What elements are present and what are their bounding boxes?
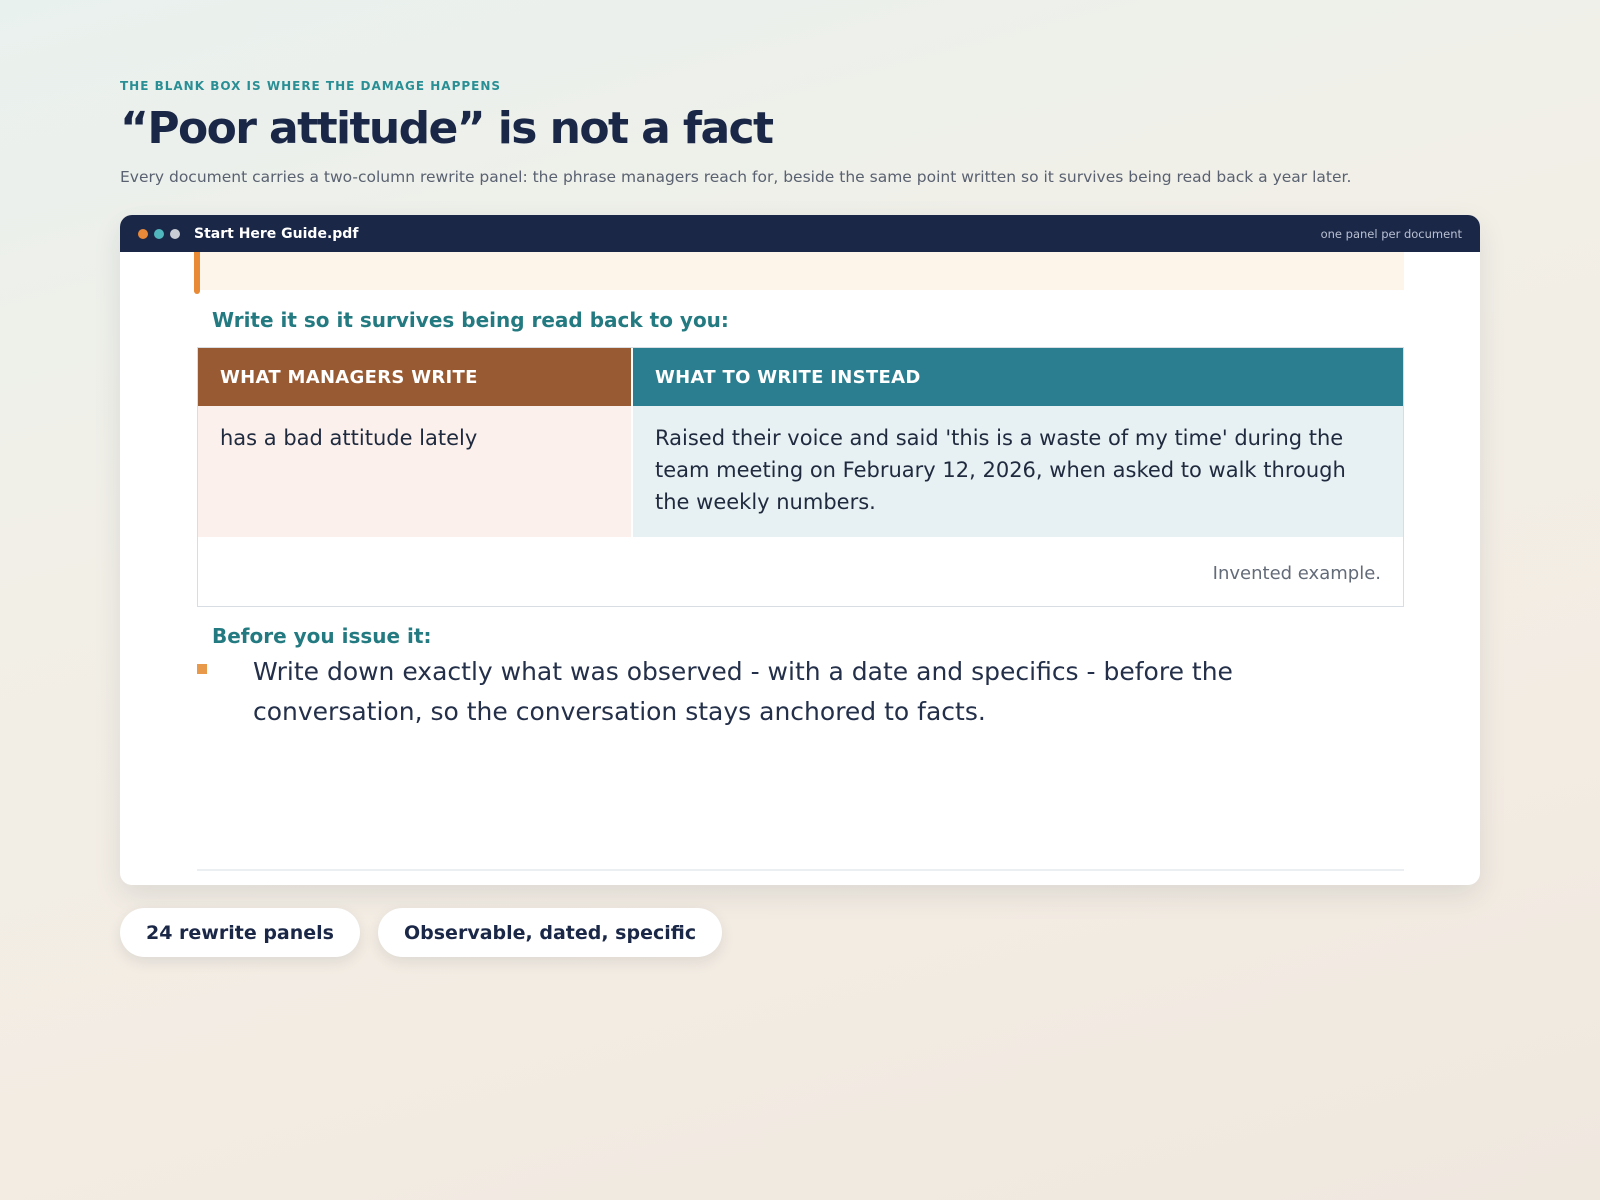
list-item: Write down exactly what was observed - w… <box>197 652 1317 732</box>
write-instead-column: WHAT TO WRITE INSTEAD Raised their voice… <box>633 348 1403 537</box>
write-instead-header: WHAT TO WRITE INSTEAD <box>633 348 1403 406</box>
write-instead-text: Raised their voice and said 'this is a w… <box>633 406 1403 537</box>
pill-rewrite-panels: 24 rewrite panels <box>120 908 360 957</box>
checklist: Write down exactly what was observed - w… <box>197 652 1317 732</box>
document-window: Start Here Guide.pdf one panel per docum… <box>120 215 1480 885</box>
pill-observable: Observable, dated, specific <box>378 908 723 957</box>
managers-write-column: WHAT MANAGERS WRITE has a bad attitude l… <box>198 348 631 537</box>
window-dot-orange-icon[interactable] <box>138 228 148 239</box>
checklist-heading: Before you issue it: <box>212 624 432 648</box>
callout-accent-bar <box>194 252 200 294</box>
page-subtitle: Every document carries a two-column rewr… <box>120 168 1352 186</box>
bullet-square-icon <box>197 664 207 674</box>
page-title: “Poor attitude” is not a fact <box>120 103 774 154</box>
window-titlebar: Start Here Guide.pdf one panel per docum… <box>120 215 1480 252</box>
window-dot-grey-icon[interactable] <box>170 228 180 239</box>
managers-write-header: WHAT MANAGERS WRITE <box>198 348 631 406</box>
stat-pills: 24 rewrite panels Observable, dated, spe… <box>120 908 740 957</box>
window-note: one panel per document <box>1320 226 1462 241</box>
page-header: THE BLANK BOX IS WHERE THE DAMAGE HAPPEN… <box>120 78 1490 188</box>
managers-write-text: has a bad attitude lately <box>198 406 631 537</box>
example-note: Invented example. <box>1212 563 1381 584</box>
eyebrow-label: THE BLANK BOX IS WHERE THE DAMAGE HAPPEN… <box>120 79 502 93</box>
list-item-text: Write down exactly what was observed - w… <box>253 657 1233 726</box>
callout-box <box>196 252 1404 290</box>
document-page[interactable]: Write it so it survives being read back … <box>120 252 1480 885</box>
window-dot-teal-icon[interactable] <box>154 228 164 239</box>
rewrite-panel: WHAT MANAGERS WRITE has a bad attitude l… <box>197 347 1404 607</box>
rewrite-heading: Write it so it survives being read back … <box>212 308 729 332</box>
page-divider <box>197 869 1404 871</box>
window-filename: Start Here Guide.pdf <box>194 225 359 242</box>
